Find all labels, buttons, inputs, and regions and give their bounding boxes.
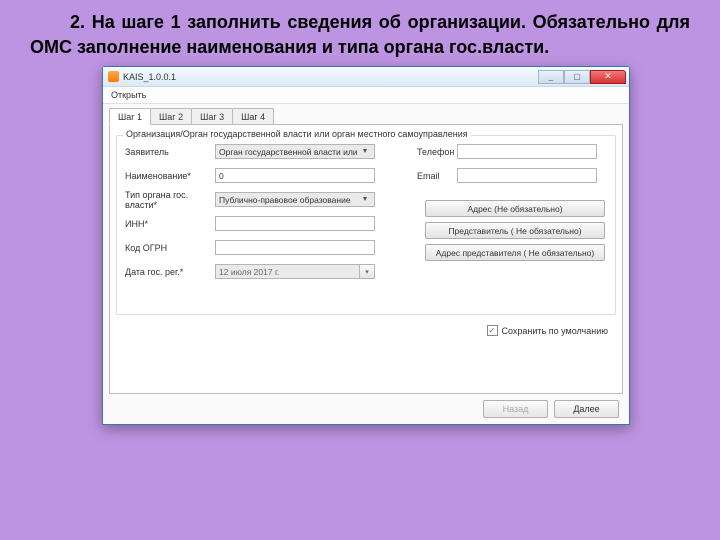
chevron-down-icon: ▼: [359, 196, 371, 203]
label-reg-date: Дата гос. рег.*: [125, 267, 215, 277]
app-icon: [108, 71, 119, 82]
name-input[interactable]: 0: [215, 168, 375, 183]
tab-step-3[interactable]: Шаг 3: [191, 108, 233, 124]
label-org-type: Тип органа гос. власти*: [125, 190, 215, 210]
org-type-select[interactable]: Публично-правовое образование ▼: [215, 192, 375, 207]
checkbox-checked-icon[interactable]: ✓: [487, 325, 498, 336]
label-email: Email: [417, 171, 457, 181]
save-default-row[interactable]: ✓ Сохранить по умолчанию: [487, 325, 609, 336]
minimize-button[interactable]: _: [538, 70, 564, 84]
group-legend: Организация/Орган государственной власти…: [123, 129, 471, 139]
app-window: KAIS_1.0.0.1 _ ▢ ✕ Открыть Шаг 1 Шаг 2 Ш…: [102, 66, 630, 425]
tab-page: Организация/Орган государственной власти…: [109, 124, 623, 394]
back-button[interactable]: Назад: [483, 400, 548, 418]
maximize-button[interactable]: ▢: [564, 70, 590, 84]
applicant-select[interactable]: Орган государственной власти или орг. ▼: [215, 144, 375, 159]
menubar: Открыть: [103, 87, 629, 104]
form-left-column: Заявитель Орган государственной власти и…: [125, 144, 407, 288]
tab-strip: Шаг 1 Шаг 2 Шаг 3 Шаг 4: [109, 108, 623, 124]
reg-date-input[interactable]: 12 июля 2017 г.: [215, 264, 360, 279]
next-button[interactable]: Далее: [554, 400, 619, 418]
rep-address-button[interactable]: Адрес представителя ( Не обязательно): [425, 244, 605, 261]
menu-open[interactable]: Открыть: [111, 90, 146, 100]
content-area: Шаг 1 Шаг 2 Шаг 3 Шаг 4 Организация/Орга…: [103, 104, 629, 424]
tab-step-4[interactable]: Шаг 4: [232, 108, 274, 124]
label-phone: Телефон: [417, 147, 457, 157]
calendar-icon[interactable]: ▾: [360, 264, 375, 279]
inn-input[interactable]: [215, 216, 375, 231]
tab-step-1[interactable]: Шаг 1: [109, 108, 151, 125]
titlebar: KAIS_1.0.0.1 _ ▢ ✕: [103, 67, 629, 87]
close-button[interactable]: ✕: [590, 70, 626, 84]
email-input[interactable]: [457, 168, 597, 183]
label-name: Наименование*: [125, 171, 215, 181]
organization-group: Организация/Орган государственной власти…: [116, 135, 616, 315]
window-title: KAIS_1.0.0.1: [123, 72, 538, 82]
label-inn: ИНН*: [125, 219, 215, 229]
ogrn-input[interactable]: [215, 240, 375, 255]
chevron-down-icon: ▼: [359, 148, 371, 155]
phone-input[interactable]: [457, 144, 597, 159]
save-default-label: Сохранить по умолчанию: [502, 326, 609, 336]
tab-step-2[interactable]: Шаг 2: [150, 108, 192, 124]
form-right-column: Телефон Email Адрес (Не обязательно) Пре…: [407, 144, 607, 288]
label-ogrn: Код ОГРН: [125, 243, 215, 253]
label-applicant: Заявитель: [125, 147, 215, 157]
instruction-text: 2. На шаге 1 заполнить сведения об орган…: [30, 10, 690, 60]
address-button[interactable]: Адрес (Не обязательно): [425, 200, 605, 217]
representative-button[interactable]: Представитель ( Не обязательно): [425, 222, 605, 239]
